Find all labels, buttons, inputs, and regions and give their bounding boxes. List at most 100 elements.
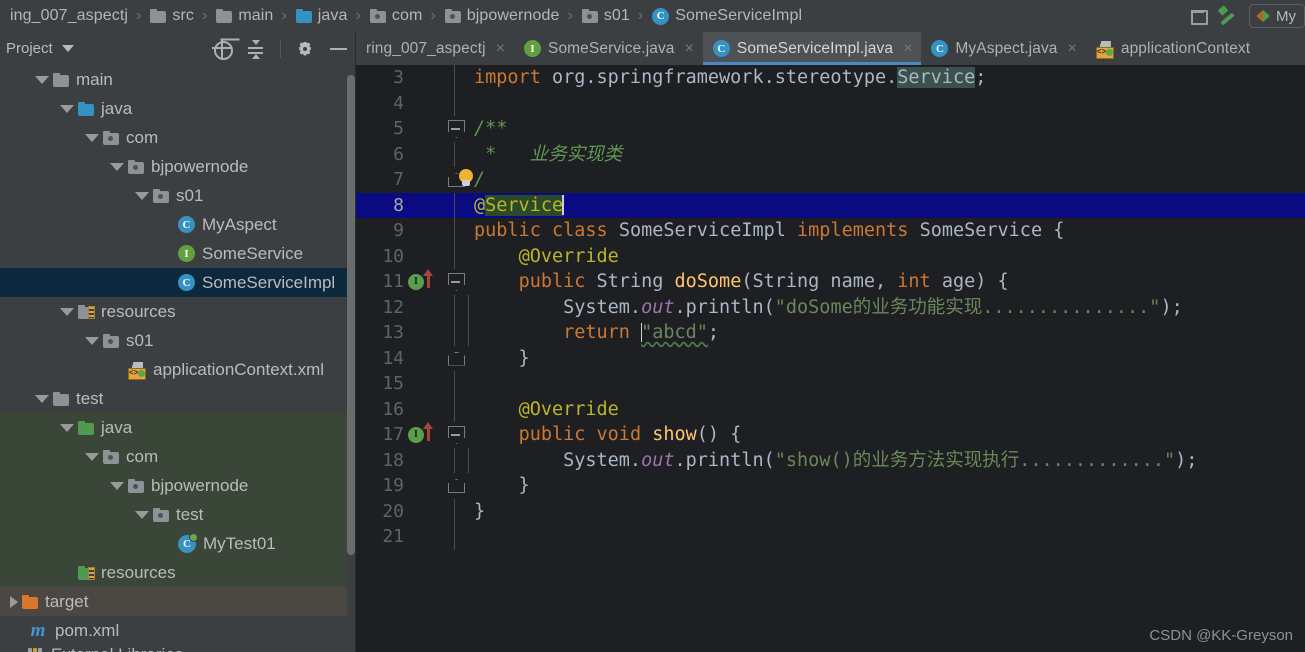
code-line-12[interactable]: 12 System.out.println("doSome的业务功能实现....… (356, 294, 1305, 320)
tree-node-resources[interactable]: resources (0, 297, 347, 326)
tree-node-resources[interactable]: resources (0, 558, 347, 587)
gear-icon[interactable] (295, 39, 315, 59)
expand-arrow-icon[interactable] (60, 423, 74, 432)
code-line-20[interactable]: 20} (356, 498, 1305, 524)
code-editor[interactable]: 3 import org.springframework.stereotype.S… (356, 65, 1305, 652)
expand-arrow-icon[interactable] (85, 336, 99, 345)
run-configuration-selector[interactable]: My (1249, 4, 1305, 28)
tree-node-java[interactable]: java (0, 413, 347, 442)
tab-ring-007-aspectj[interactable]: ring_007_aspectj × (356, 32, 514, 65)
tab-myaspect-java[interactable]: C MyAspect.java × (921, 32, 1085, 65)
line-number: 3 (393, 67, 404, 88)
code-line-10[interactable]: 10 @Override (356, 243, 1305, 269)
tab-someserviceimpl-java[interactable]: C SomeServiceImpl.java × (702, 32, 922, 65)
tree-node-applicationcontext-xml[interactable]: <> applicationContext.xml (0, 355, 347, 384)
breadcrumb-item-java[interactable]: java (292, 0, 349, 32)
tree-node-test[interactable]: test (0, 384, 347, 413)
code-line-21[interactable]: 21 (356, 524, 1305, 550)
tab-applicationcontext[interactable]: <> applicationContext (1086, 32, 1259, 65)
expand-arrow-icon[interactable] (60, 307, 74, 316)
editor-tab-bar[interactable]: ring_007_aspectj × I SomeService.java × C Some… (356, 32, 1305, 65)
breadcrumb-item-com[interactable]: com (366, 0, 424, 32)
code-line-19[interactable]: 19 } (356, 473, 1305, 499)
tree-node-pom-xml[interactable]: m pom.xml (0, 616, 347, 645)
fold-region-end-icon[interactable] (448, 477, 463, 494)
tab-someservice-java[interactable]: I SomeService.java × (514, 32, 703, 65)
code-line-7[interactable]: 7/ (356, 167, 1305, 193)
tree-node-mytest01[interactable]: C MyTest01 (0, 529, 347, 558)
expand-arrow-icon[interactable] (110, 481, 124, 490)
expand-arrow-icon[interactable] (60, 104, 74, 113)
expand-arrow-icon[interactable] (135, 510, 149, 519)
tree-node-s01[interactable]: s01 (0, 326, 347, 355)
code-line-8[interactable]: 8 @Service (356, 192, 1305, 218)
project-tree[interactable]: main java com bjpowernode s01 C MyAspect I SomeS… (0, 65, 347, 652)
tree-node-external-libraries[interactable]: External Libraries (0, 645, 347, 652)
fold-region-end-icon[interactable] (448, 350, 463, 367)
expand-arrow-icon[interactable] (110, 162, 124, 171)
expand-arrow-icon[interactable] (35, 394, 49, 403)
tree-node-bjpowernode[interactable]: bjpowernode (0, 471, 347, 500)
code-line-11[interactable]: 11 I public String doSome(String name, in… (356, 269, 1305, 295)
code-line-16[interactable]: 16 @Override (356, 396, 1305, 422)
window-layout-icon[interactable] (1189, 7, 1208, 25)
resources-folder-icon (78, 304, 95, 319)
code-line-9[interactable]: 9 public class SomeServiceImpl implements… (356, 218, 1305, 244)
close-icon[interactable]: × (496, 40, 505, 58)
tree-node-com[interactable]: com (0, 123, 347, 152)
tree-node-java[interactable]: java (0, 94, 347, 123)
collapse-all-icon[interactable] (246, 39, 266, 59)
tree-node-main[interactable]: main (0, 65, 347, 94)
code-line-3[interactable]: 3 import org.springframework.stereotype.S… (356, 65, 1305, 91)
tree-node-someserviceimpl[interactable]: C SomeServiceImpl (0, 268, 347, 297)
breadcrumb-item-main[interactable]: main (212, 0, 274, 32)
code-line-6[interactable]: 6 * 业务实现类 (356, 141, 1305, 167)
breadcrumb-item-class[interactable]: C SomeServiceImpl (648, 0, 803, 32)
locate-icon[interactable] (212, 38, 233, 60)
code-line-5[interactable]: 5 /** (356, 116, 1305, 142)
tree-node-myaspect[interactable]: C MyAspect (0, 210, 347, 239)
code-line-14[interactable]: 14 } (356, 346, 1305, 372)
hide-panel-icon[interactable] (329, 39, 349, 59)
fold-guide (454, 524, 455, 550)
code-content[interactable]: 3 import org.springframework.stereotype.S… (356, 65, 1305, 652)
tree-node-com[interactable]: com (0, 442, 347, 471)
fold-region-start-icon[interactable] (448, 273, 465, 290)
interface-icon: I (524, 40, 542, 57)
expand-arrow-icon[interactable] (35, 75, 49, 84)
tree-node-test[interactable]: test (0, 500, 347, 529)
breadcrumb-item-s01[interactable]: s01 (578, 0, 631, 32)
code-line-4[interactable]: 4 (356, 90, 1305, 116)
breadcrumb-item-src[interactable]: src (146, 0, 195, 32)
breadcrumb-label: src (172, 7, 195, 24)
close-icon[interactable]: × (903, 40, 912, 58)
implementing-method-icon[interactable]: I (408, 422, 444, 448)
intention-bulb-icon[interactable] (458, 169, 474, 187)
close-icon[interactable]: × (1068, 40, 1077, 58)
breadcrumb-item-bjpowernode[interactable]: bjpowernode (441, 0, 561, 32)
collapse-arrow-icon[interactable] (10, 595, 18, 608)
code-line-15[interactable]: 15 (356, 371, 1305, 397)
expand-arrow-icon[interactable] (85, 452, 99, 461)
chevron-down-icon[interactable] (61, 45, 74, 52)
close-icon[interactable]: × (685, 40, 694, 58)
fold-region-start-icon[interactable] (448, 120, 465, 137)
code-line-17[interactable]: 17 I public void show() { (356, 422, 1305, 448)
tree-node-target[interactable]: target (0, 587, 347, 616)
run-config-icon (1256, 9, 1270, 23)
project-tree-scrollbar[interactable] (347, 65, 355, 652)
hammer-icon[interactable] (1217, 5, 1239, 27)
breadcrumb-item-project[interactable]: ing_007_aspectj (0, 0, 129, 32)
expand-arrow-icon[interactable] (85, 133, 99, 142)
implementing-method-icon[interactable]: I (408, 269, 444, 295)
code-line-13[interactable]: 13 return "abcd"; (356, 320, 1305, 346)
tree-node-s01[interactable]: s01 (0, 181, 347, 210)
fold-region-start-icon[interactable] (448, 426, 465, 443)
tree-node-bjpowernode[interactable]: bjpowernode (0, 152, 347, 181)
code-line-18[interactable]: 18 System.out.println("show()的业务方法实现执行..… (356, 447, 1305, 473)
tree-node-someservice[interactable]: I SomeService (0, 239, 347, 268)
expand-arrow-icon[interactable] (135, 191, 149, 200)
scrollbar-thumb[interactable] (347, 75, 355, 555)
